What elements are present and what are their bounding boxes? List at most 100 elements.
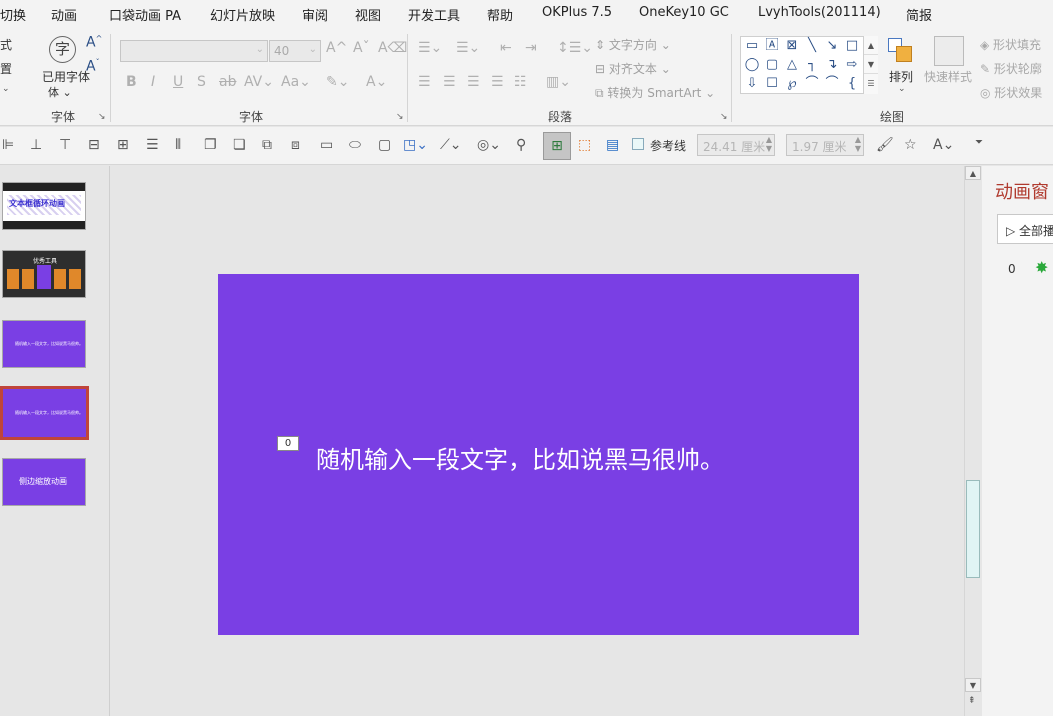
distribute-horizontal-icon[interactable]: ⦀ [175, 137, 181, 153]
slide-thumbnail-3[interactable]: 随机输入一段文字，比如说黑马很帅。 [2, 320, 86, 368]
font-shrink-icon[interactable]: Aˇ [86, 58, 100, 75]
slide-thumbnail-1[interactable]: 文本框循环动画 [2, 182, 86, 230]
font-name-dropdown[interactable]: ⌄ [120, 40, 268, 62]
line-shape-icon[interactable]: ╲ [803, 39, 821, 53]
underline-icon[interactable]: U [173, 74, 183, 90]
gallery-more-icon[interactable]: ☰ [864, 74, 878, 93]
gallery-up-icon[interactable]: ▲ [864, 36, 878, 55]
gallery-scroll[interactable]: ▲ ▼ ☰ [863, 36, 878, 94]
font-color-icon[interactable]: A⌄ [366, 74, 387, 90]
font-size-dropdown[interactable]: 40 ⌄ [269, 40, 321, 62]
align-top-icon[interactable]: ⊤ [59, 137, 71, 153]
animation-order-tag[interactable]: 0 [277, 436, 299, 451]
clear-format-icon[interactable]: A⌫ [378, 40, 407, 56]
star-effect-icon[interactable]: ☆ [904, 137, 917, 153]
align-bottom-icon[interactable]: ⊥ [30, 137, 42, 153]
menu-review[interactable]: 审阅 [302, 5, 328, 24]
toolbar-more-icon[interactable]: ⏷ [975, 137, 983, 148]
rounded-rect-icon[interactable]: ▢ [763, 58, 781, 72]
strikethrough-icon[interactable]: ab [219, 74, 236, 90]
menu-help[interactable]: 帮助 [487, 5, 513, 24]
group-icon[interactable]: ⧉ [262, 137, 272, 153]
change-case-icon[interactable]: Aa⌄ [281, 74, 311, 90]
text-color-icon[interactable]: A⌄ [933, 137, 954, 153]
dialog-launcher-icon[interactable]: ↘ [396, 112, 404, 122]
ribbon-partial-2[interactable]: 置 [0, 60, 12, 77]
shapes-gallery[interactable]: ▭ 🄰 ⊠ ╲ ↘ □ ◯ ▢ △ ┐ ↴ ⇨ ⇩ ☐ ℘ ⌒ ⌒ { [740, 36, 878, 94]
curve-shape-icon[interactable]: ⌒ [803, 77, 821, 91]
menu-animations[interactable]: 动画 [51, 5, 77, 24]
guides-checkbox[interactable] [632, 138, 644, 150]
menu-lvyhtools[interactable]: LvyhTools(201114) [758, 5, 881, 20]
menu-slideshow[interactable]: 幻灯片放映 [210, 5, 275, 24]
distribute-icon[interactable]: ☷ [514, 74, 527, 90]
bullets-icon[interactable]: ☰⌄ [418, 40, 442, 56]
height-spinner[interactable]: 1.97 厘米 ▲ ▼ [786, 134, 864, 156]
italic-icon[interactable]: I [151, 74, 155, 90]
rectangle-shape-icon[interactable]: ▭ [743, 39, 761, 53]
menu-okplus[interactable]: OKPlus 7.5 [542, 5, 612, 20]
selection-pane-icon[interactable]: ⊞ [543, 132, 571, 160]
text-direction-button[interactable]: ⇕ 文字方向 ⌄ [595, 36, 671, 53]
increase-font-icon[interactable]: A^ [326, 40, 347, 56]
ungroup-icon[interactable]: ⧈ [291, 137, 300, 153]
decrease-font-icon[interactable]: Aˇ [353, 40, 370, 56]
menu-onekey[interactable]: OneKey10 GC [639, 5, 729, 20]
play-all-button[interactable]: ▷ 全部播 [997, 214, 1053, 244]
dialog-launcher-icon[interactable]: ↘ [720, 112, 728, 122]
slide-thumbnail-5[interactable]: 侧边缩放动画 [2, 458, 86, 506]
menu-pocket-animation[interactable]: 口袋动画 PA [109, 5, 181, 24]
shape-style-icon[interactable]: ◳⌄ [403, 137, 428, 153]
entrance-effect-icon[interactable]: ✸ [1035, 258, 1048, 277]
oval-shape-icon[interactable]: ◯ [743, 58, 761, 72]
shape-outline-button[interactable]: ✎ 形状轮廓 [980, 60, 1042, 77]
used-fonts-button[interactable]: 已用字体 [42, 68, 90, 85]
align-center-icon[interactable]: ☰ [443, 74, 456, 90]
elbow-connector-icon[interactable]: ┐ [803, 58, 821, 72]
align-right-icon[interactable]: ☰ [467, 74, 480, 90]
arrange-button[interactable]: 排列 [889, 68, 913, 85]
chevron-down-icon[interactable]: ⌄ [898, 84, 906, 94]
align-center-shape-icon[interactable]: ⊞ [117, 137, 129, 153]
eyedropper-icon[interactable]: ⚲ [516, 137, 526, 153]
menu-brief[interactable]: 简报 [906, 5, 932, 24]
font-grow-icon[interactable]: A^ [86, 34, 102, 51]
dialog-launcher-icon[interactable]: ↘ [98, 112, 106, 122]
menu-transitions[interactable]: 切换 [0, 5, 26, 24]
convert-smartart-button[interactable]: ⧉ 转换为 SmartArt ⌄ [595, 84, 715, 101]
justify-icon[interactable]: ☰ [491, 74, 504, 90]
rectangle-tool-icon[interactable]: ▭ [320, 137, 333, 153]
format-painter-icon[interactable]: ⬚ [578, 137, 591, 153]
rounded-rect-tool-icon[interactable]: ▢ [378, 137, 391, 153]
bring-forward-icon[interactable]: ❐ [204, 137, 217, 153]
right-arrow-shape-icon[interactable]: ⇨ [843, 58, 861, 72]
triangle-shape-icon[interactable]: △ [783, 58, 801, 72]
decrease-indent-icon[interactable]: ⇤ [500, 40, 512, 56]
shadow-icon[interactable]: S [197, 74, 206, 90]
menu-view[interactable]: 视图 [355, 5, 381, 24]
menu-developer[interactable]: 开发工具 [408, 5, 460, 24]
arc-shape-icon[interactable]: ⌒ [823, 77, 841, 91]
scroll-down-icon[interactable]: ▼ [965, 678, 981, 692]
chevron-down-icon[interactable]: ⌄ [2, 84, 10, 94]
textbox-tool-icon[interactable]: ▤ [606, 137, 619, 153]
bold-icon[interactable]: B [126, 74, 137, 90]
freeform-shape-icon[interactable]: ℘ [783, 77, 801, 91]
merge-shapes-icon[interactable]: ◎⌄ [477, 137, 501, 153]
scroll-up-icon[interactable]: ▲ [965, 166, 981, 180]
columns-icon[interactable]: ▥⌄ [546, 74, 571, 90]
vertical-textbox-icon[interactable]: ⊠ [783, 39, 801, 53]
increase-indent-icon[interactable]: ⇥ [525, 40, 537, 56]
align-left-icon[interactable]: ☰ [418, 74, 431, 90]
slide-thumbnail-2[interactable]: 优秀工具 [2, 250, 86, 298]
brush-icon[interactable]: 🖌 [876, 137, 894, 153]
spinner-arrows-icon[interactable]: ▲ ▼ [766, 135, 772, 153]
align-text-button[interactable]: ⊟ 对齐文本 ⌄ [595, 60, 671, 77]
shape-effects-button[interactable]: ◎ 形状效果 [980, 84, 1042, 101]
edit-points-icon[interactable]: ⟋⌄ [440, 137, 462, 153]
highlight-icon[interactable]: ✎⌄ [326, 74, 349, 90]
down-arrow-shape-icon[interactable]: ⇩ [743, 77, 761, 91]
arrow-line-icon[interactable]: ↘ [823, 39, 841, 53]
line-spacing-icon[interactable]: ↕☰⌄ [557, 40, 593, 56]
canvas-scrollbar[interactable]: ▲ ▼ ⇞ [964, 166, 981, 716]
